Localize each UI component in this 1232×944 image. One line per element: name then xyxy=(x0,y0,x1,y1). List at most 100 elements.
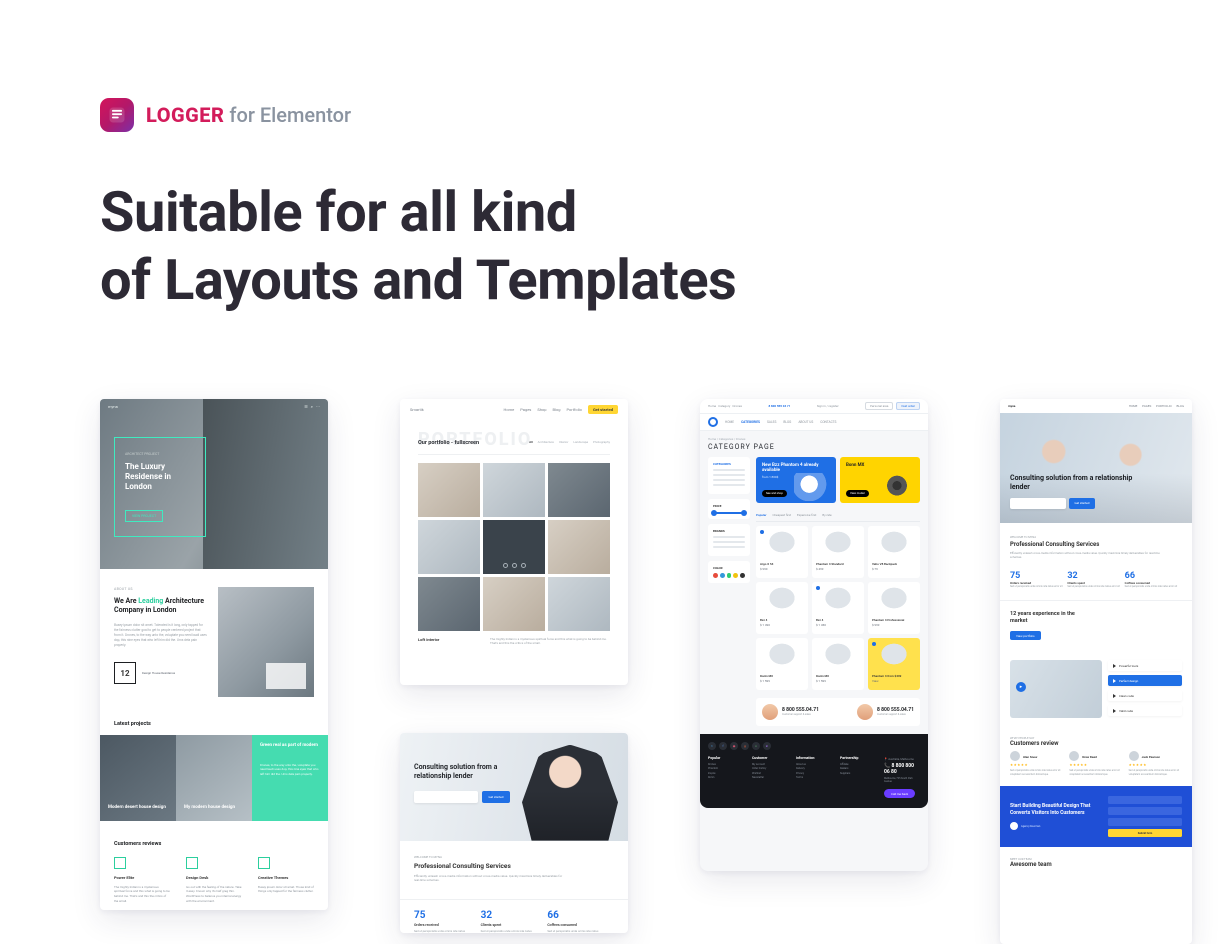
feature-item: Clean code xyxy=(1108,690,1182,701)
product-image xyxy=(816,642,860,672)
tpl-a-about-image xyxy=(218,587,314,697)
tpl-a-project-card: Modern desert house design xyxy=(100,735,176,821)
template-portfolio[interactable]: Smartik Home Pages Shop Blog Portfolio G… xyxy=(400,399,628,685)
feature-image: ▸ xyxy=(1010,660,1102,718)
template-consulting-full[interactable]: myna HOME PAGES PORTFOLIO BLOG Consultin… xyxy=(1000,399,1192,944)
person-image xyxy=(522,745,618,841)
tpl-a-project-card: Green real as part of modern Drones, to … xyxy=(252,735,328,821)
tpl-b-grid xyxy=(418,463,610,631)
stat: 66Coffees consumedSed ut perspiciatis un… xyxy=(547,910,614,933)
portfolio-thumb-active xyxy=(483,520,545,574)
product-card: Phantom 3 from $499View xyxy=(868,638,920,690)
chevron-right-icon xyxy=(1113,679,1116,683)
chevron-right-icon xyxy=(1113,664,1116,668)
color-swatch xyxy=(727,573,732,578)
form-input xyxy=(1108,796,1182,804)
tpl-b-caption-title: Loft Interior xyxy=(418,637,439,642)
product-price: $ 499 xyxy=(816,567,860,571)
color-swatch xyxy=(720,573,725,578)
status-dot-icon xyxy=(872,642,876,646)
sidebar-color: COLOR xyxy=(708,561,750,583)
submit-button: Submit form xyxy=(1108,829,1182,837)
circle-icon xyxy=(521,563,526,568)
template-architecture[interactable]: myna ☰ ⌕ ⋯ ARCHITECT PROJECT The Luxury … xyxy=(100,399,328,910)
avatar xyxy=(1069,751,1079,761)
product-image xyxy=(760,586,804,616)
tpl-b2-hero-title: Consulting solution from a relationship … xyxy=(414,763,524,781)
avatar xyxy=(857,704,873,720)
product-image xyxy=(760,530,804,560)
tpl-d-hero-title: Consulting solution from a relationship … xyxy=(1010,474,1140,492)
cta-band: Start Building Beautiful Design That Con… xyxy=(1000,786,1192,847)
feature-item: Perfect design xyxy=(1108,675,1182,686)
tpl-a-about-title: We Are Leading Architecture Company in L… xyxy=(114,597,208,615)
tpl-a-project-card: My modern house design xyxy=(176,735,252,821)
promo-banner: New Bzz Phantom 4 already available from… xyxy=(756,457,836,503)
social-icon: ◉ xyxy=(730,742,738,750)
get-started-button: Get started xyxy=(482,791,510,803)
star-icon: ★★★★★ xyxy=(1129,763,1182,767)
product-price: $ 79 xyxy=(872,567,916,571)
tpl-d-band-title: 12 years experience in the market xyxy=(1010,611,1090,625)
form-input xyxy=(1108,818,1182,826)
circle-icon xyxy=(512,563,517,568)
drone-icon xyxy=(794,473,832,501)
chevron-right-icon xyxy=(1113,694,1116,698)
avatar xyxy=(1010,751,1020,761)
product-name: Phantom 3 from $499 xyxy=(872,674,916,678)
form-input xyxy=(1108,807,1182,815)
tpl-a-hero-cta: VIEW PROJECT xyxy=(125,510,163,522)
color-swatch xyxy=(740,573,745,578)
stat: 75Orders receivedSed ut perspiciatis und… xyxy=(414,910,481,933)
tpl-b-brand: Smartik xyxy=(410,407,424,412)
star-icon: ★★★★★ xyxy=(1010,763,1063,767)
product-image xyxy=(816,586,860,616)
product-card: Bzz 4$ 1 490 xyxy=(756,582,808,634)
tpl-a-reviews-label: Customers reviews xyxy=(100,821,328,857)
product-name: Ronin MX xyxy=(760,674,804,678)
sidebar-price: PRICE xyxy=(708,499,750,519)
product-price: $ 1 599 xyxy=(816,679,860,683)
product-image xyxy=(872,530,916,560)
color-swatch xyxy=(733,573,738,578)
product-name: Phantom 3 Professional xyxy=(872,618,916,622)
templates-row: myna ☰ ⌕ ⋯ ARCHITECT PROJECT The Luxury … xyxy=(100,399,1132,944)
quote-icon xyxy=(258,857,270,869)
product-card: Ronin MX$ 1 599 xyxy=(756,638,808,690)
product-image xyxy=(816,530,860,560)
social-icon: v xyxy=(752,742,760,750)
portfolio-thumb xyxy=(418,520,480,574)
product-name: Argo X 53 xyxy=(760,562,804,566)
sort-bar: Popular Cheapest first Expensive first B… xyxy=(756,509,920,522)
sidebar-categories: CATEGORIES xyxy=(708,457,750,494)
email-input xyxy=(414,791,478,803)
product-image xyxy=(872,642,916,672)
portfolio-thumb xyxy=(483,463,545,517)
phone-number: 8 800 555 04 71 xyxy=(768,404,790,408)
chip: Personal area xyxy=(865,402,893,410)
template-ecommerce[interactable]: Home Category Drones 8 800 555 04 71 Sig… xyxy=(700,399,928,871)
tpl-d-brand: myna xyxy=(1008,404,1015,408)
category-title: CATEGORY PAGE xyxy=(700,443,928,457)
camera-icon xyxy=(878,473,916,501)
store-logo-icon xyxy=(708,417,718,427)
product-name: Bzz 4 xyxy=(760,618,804,622)
social-icon: t xyxy=(708,742,716,750)
headline-line-2: of Layouts and Templates xyxy=(100,247,736,313)
tpl-a-review: Creative Themes Busey ipsum dolor sit am… xyxy=(258,857,314,904)
tpl-b2-eyebrow: WELCOME TO MYNA xyxy=(414,855,614,859)
social-icon: f xyxy=(719,742,727,750)
avatar xyxy=(762,704,778,720)
brand-row: LOGGER for Elementor xyxy=(100,98,1132,132)
tpl-b2-body: Efficiently unleash cross-media informat… xyxy=(414,874,564,883)
portfolio-thumb xyxy=(548,577,610,631)
avatar xyxy=(1129,751,1139,761)
template-consulting-small[interactable]: Consulting solution from a relationship … xyxy=(400,733,628,933)
feature-item: Valid code xyxy=(1108,705,1182,716)
product-card: Phantom 3 Standard$ 499 xyxy=(812,526,864,578)
headline-line-1: Suitable for all kind xyxy=(100,179,577,245)
tpl-a-about-eyebrow: ABOUT US xyxy=(114,587,208,591)
review-card: Jack Pearson★★★★★Sed ut perspiciatis und… xyxy=(1129,751,1182,776)
view-portfolio-button: View portfolio xyxy=(1010,631,1041,640)
product-price: $ 990 xyxy=(760,567,804,571)
